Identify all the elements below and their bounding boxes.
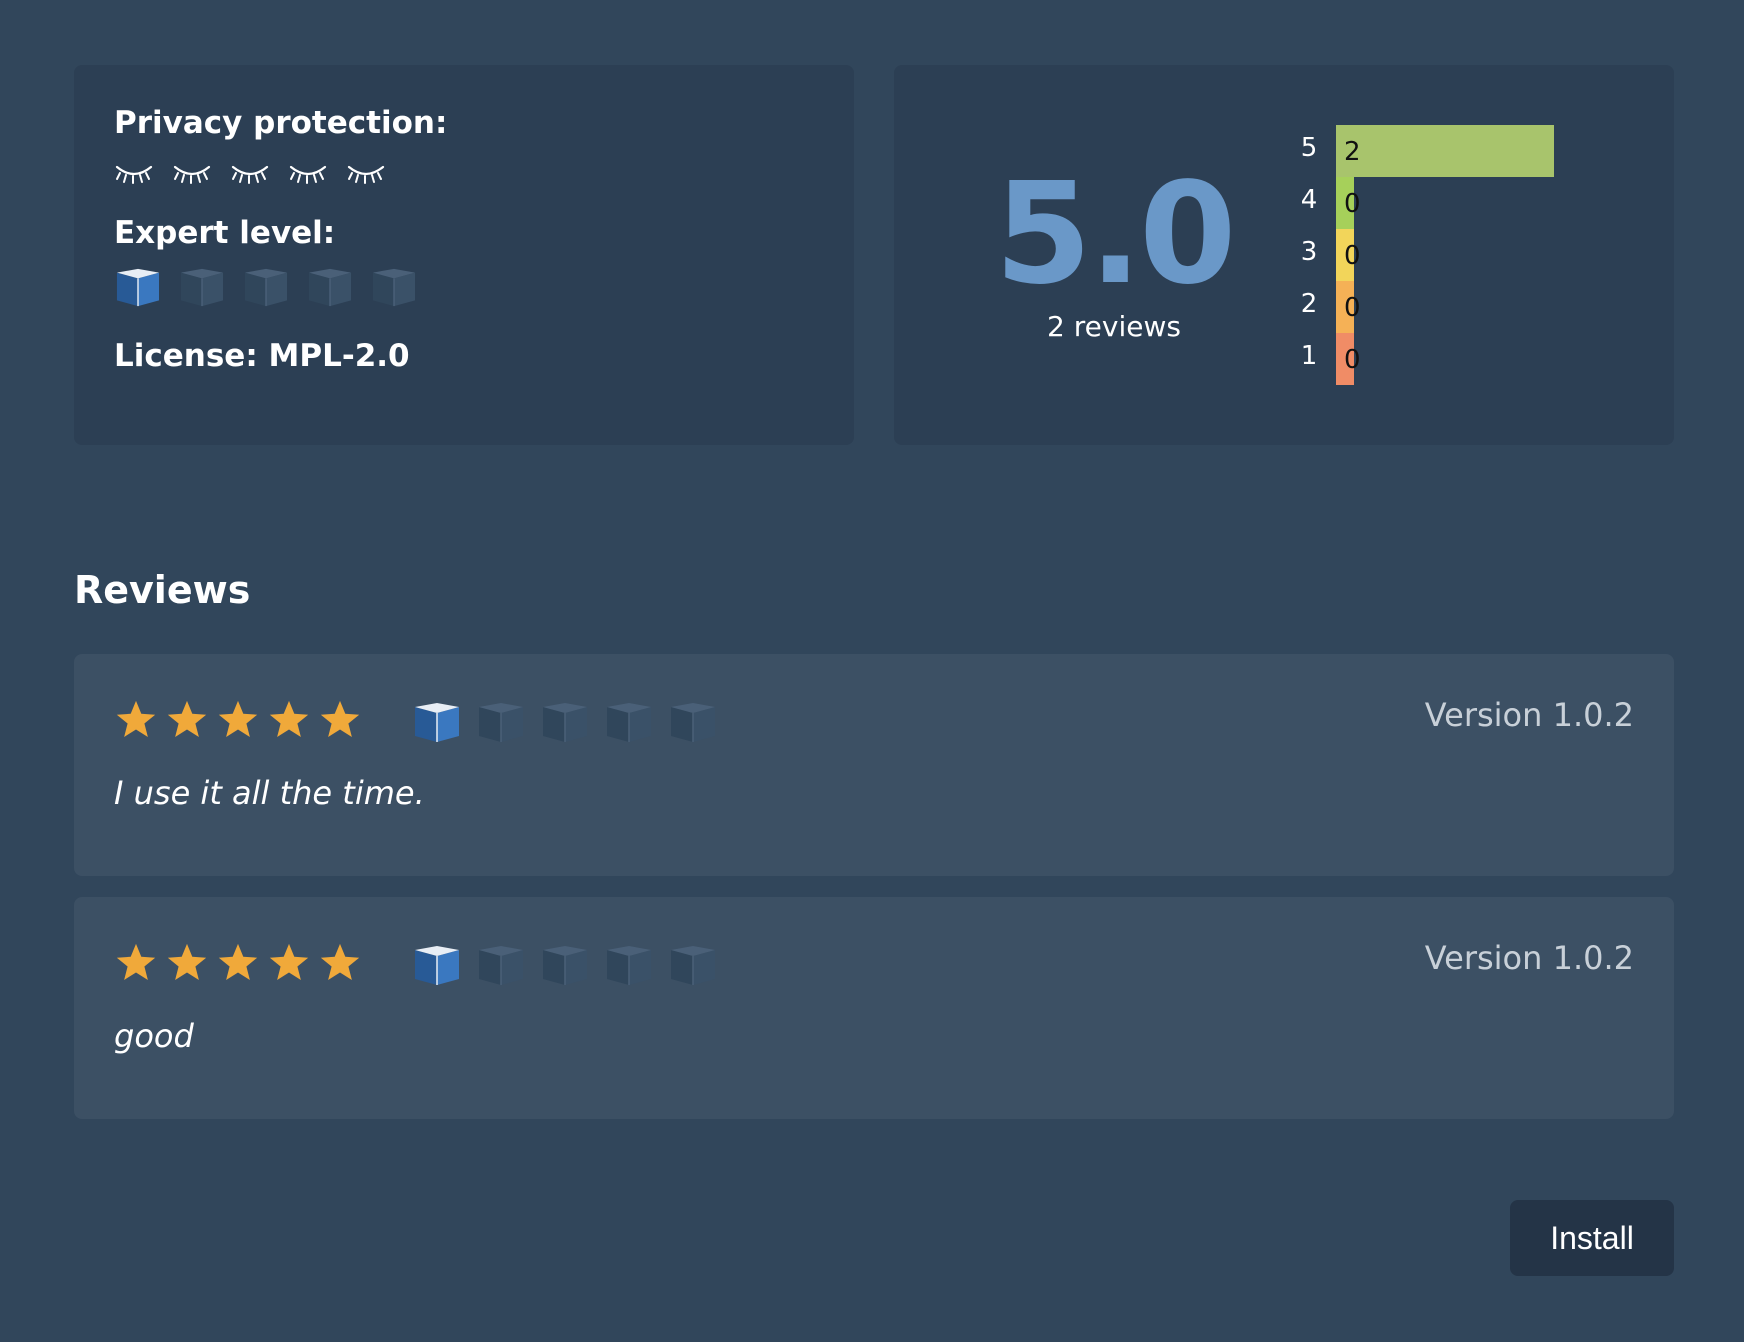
review-card: Version 1.0.2 I use it all the time.	[74, 654, 1674, 876]
license-text: License: MPL-2.0	[114, 338, 410, 374]
rating-distribution: 5240302010	[1294, 125, 1594, 395]
distribution-row: 20	[1294, 281, 1594, 333]
review-stars	[114, 699, 362, 741]
average-score: 5.0	[994, 153, 1236, 316]
distribution-count: 0	[1344, 189, 1361, 219]
review-version: Version 1.0.2	[1424, 696, 1634, 734]
book-icon	[668, 942, 718, 991]
summary-row: Privacy protection: Expert level: Licens…	[74, 65, 1674, 445]
review-text: good	[114, 1017, 194, 1055]
distribution-star-label: 4	[1300, 185, 1318, 215]
star-icon	[165, 699, 209, 741]
distribution-count: 0	[1344, 241, 1361, 271]
distribution-star-label: 1	[1300, 341, 1318, 371]
closed-eye-icon	[288, 157, 328, 185]
review-version: Version 1.0.2	[1424, 939, 1634, 977]
review-expert-level	[412, 699, 718, 748]
book-icon	[412, 942, 462, 991]
distribution-count: 0	[1344, 293, 1361, 323]
review-card: Version 1.0.2 good	[74, 897, 1674, 1119]
info-card: Privacy protection: Expert level: Licens…	[74, 65, 854, 445]
distribution-star-label: 3	[1300, 237, 1318, 267]
closed-eye-icon	[172, 157, 212, 185]
distribution-count: 2	[1344, 137, 1361, 167]
star-icon	[114, 942, 158, 984]
book-icon	[306, 265, 354, 308]
reviews-heading: Reviews	[74, 568, 251, 612]
book-icon	[476, 942, 526, 991]
book-icon	[604, 942, 654, 991]
star-icon	[318, 942, 362, 984]
expert-label: Expert level:	[114, 215, 336, 251]
book-icon	[242, 265, 290, 308]
distribution-star-label: 5	[1300, 133, 1318, 163]
distribution-row: 40	[1294, 177, 1594, 229]
closed-eye-icon	[230, 157, 270, 185]
book-icon	[114, 265, 162, 308]
install-button[interactable]: Install	[1510, 1200, 1674, 1276]
star-icon	[114, 699, 158, 741]
closed-eye-icon	[114, 157, 154, 185]
review-stars	[114, 942, 362, 984]
star-icon	[165, 942, 209, 984]
book-icon	[540, 942, 590, 991]
star-icon	[267, 942, 311, 984]
distribution-bar	[1336, 125, 1554, 177]
star-icon	[318, 699, 362, 741]
distribution-row: 30	[1294, 229, 1594, 281]
privacy-label: Privacy protection:	[114, 105, 448, 141]
review-expert-level	[412, 942, 718, 991]
star-icon	[216, 699, 260, 741]
star-icon	[267, 699, 311, 741]
distribution-row: 10	[1294, 333, 1594, 385]
book-icon	[604, 699, 654, 748]
book-icon	[540, 699, 590, 748]
closed-eye-icon	[346, 157, 386, 185]
rating-card: 5.0 2 reviews 5240302010	[894, 65, 1674, 445]
review-text: I use it all the time.	[114, 774, 425, 812]
review-count: 2 reviews	[1047, 310, 1181, 343]
distribution-row: 52	[1294, 125, 1594, 177]
expert-rating	[114, 265, 418, 308]
book-icon	[668, 699, 718, 748]
book-icon	[370, 265, 418, 308]
distribution-count: 0	[1344, 345, 1361, 375]
privacy-rating	[114, 157, 386, 185]
book-icon	[412, 699, 462, 748]
distribution-star-label: 2	[1300, 289, 1318, 319]
star-icon	[216, 942, 260, 984]
book-icon	[178, 265, 226, 308]
book-icon	[476, 699, 526, 748]
